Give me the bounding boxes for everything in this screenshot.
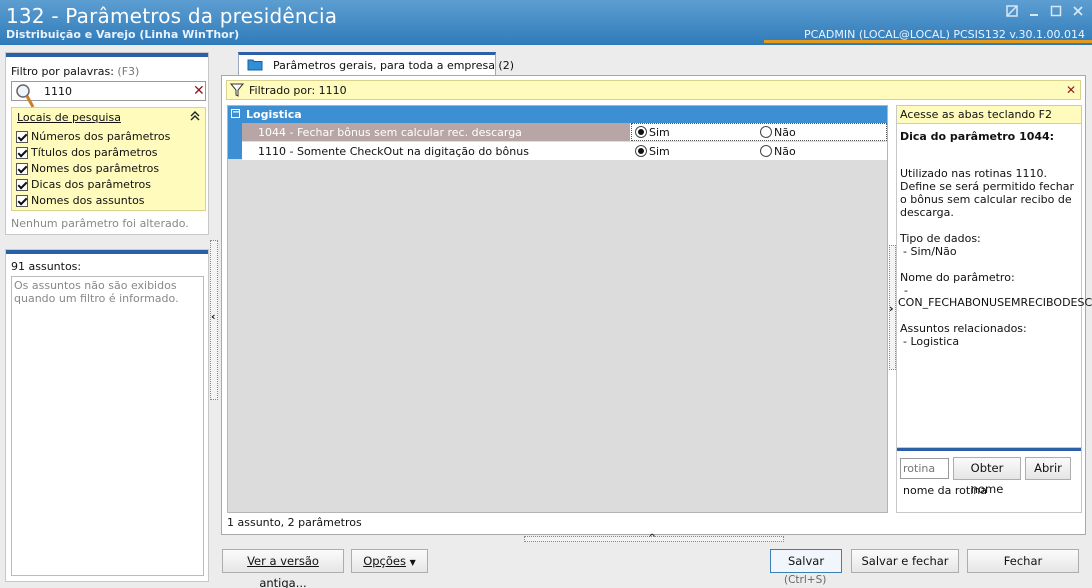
- radio-yes[interactable]: [635, 126, 647, 138]
- checkbox-numbers[interactable]: [16, 131, 28, 143]
- title-bar: 132 - Parâmetros da presidência Distribu…: [0, 0, 1092, 45]
- old-version-button[interactable]: Ver a versão antiga...: [222, 549, 344, 588]
- subjects-panel-topbar: [6, 250, 208, 254]
- group-header-logistica[interactable]: − Logistica: [228, 106, 887, 123]
- table-row[interactable]: 1110 - Somente CheckOut na digitação do …: [242, 142, 887, 160]
- filter-input-value[interactable]: 1110: [44, 85, 72, 98]
- funnel-icon: [229, 83, 245, 100]
- tip-header: Acesse as abas teclando F2: [897, 106, 1081, 124]
- search-locations-title: Locais de pesquisa: [17, 111, 121, 124]
- collapse-group-icon[interactable]: −: [231, 108, 240, 118]
- tip-subjects-label: Assuntos relacionados:: [900, 322, 1027, 335]
- clear-filter-bar-icon[interactable]: ✕: [1066, 83, 1076, 97]
- maximize-icon[interactable]: [1047, 4, 1065, 22]
- filter-label-row: Filtro por palavras: (F3): [11, 65, 139, 78]
- minimize-icon[interactable]: [1025, 4, 1043, 22]
- routine-panel-topbar: [897, 448, 1081, 451]
- window-title: 132 - Parâmetros da presidência: [6, 4, 338, 28]
- radio-yes[interactable]: [635, 145, 647, 157]
- location-numbers-label: Números dos parâmetros: [31, 130, 171, 143]
- tip-name-value: CON_FECHABONUSEMRECIBODESC: [898, 296, 1092, 309]
- group-title: Logistica: [246, 108, 302, 121]
- checkbox-tips[interactable]: [16, 179, 28, 191]
- tip-type-value: - Sim/Não: [903, 245, 957, 258]
- tip-description: Utilizado nas rotinas 1110. Define se se…: [900, 167, 1075, 219]
- radio-no-label: Não: [774, 126, 796, 139]
- close-button[interactable]: Fechar: [967, 549, 1079, 573]
- checkbox-titles[interactable]: [16, 147, 28, 159]
- app-window: 132 - Parâmetros da presidência Distribu…: [0, 0, 1092, 588]
- dropdown-arrow-icon: ▼: [409, 558, 416, 567]
- location-tips-label: Dicas dos parâmetros: [31, 178, 152, 191]
- save-close-button[interactable]: Salvar e fechar: [851, 549, 959, 573]
- checkbox-subjects[interactable]: [16, 195, 28, 207]
- search-locations-box: Locais de pesquisa Números dos parâmetro…: [11, 107, 206, 211]
- accent-line: [764, 40, 1092, 43]
- tip-title: Dica do parâmetro 1044:: [900, 130, 1055, 143]
- radio-no-label: Não: [774, 145, 796, 158]
- routine-input[interactable]: [900, 458, 949, 479]
- options-label: Opções: [363, 554, 406, 568]
- tip-name-label: Nome do parâmetro:: [900, 271, 1015, 284]
- options-button[interactable]: Opções ▼: [351, 549, 428, 573]
- folder-icon: [247, 58, 263, 74]
- filter-bar-text: Filtrado por: 1110: [249, 84, 347, 97]
- clear-filter-icon[interactable]: ✕: [193, 83, 205, 99]
- params-grid: − Logistica 1044 - Fechar bônus sem calc…: [227, 105, 888, 513]
- splitter-left-arrow-icon[interactable]: ‹: [211, 310, 216, 323]
- subjects-count: 91 assuntos:: [11, 260, 82, 273]
- param-title: 1110 - Somente CheckOut na digitação do …: [258, 145, 529, 158]
- no-change-message: Nenhum parâmetro foi alterado.: [11, 217, 189, 230]
- tip-subjects-value: - Logistica: [903, 335, 960, 348]
- filter-bar: Filtrado por: 1110 ✕: [226, 80, 1081, 100]
- restore-layout-icon[interactable]: [1003, 4, 1021, 22]
- filter-panel-topbar: [6, 53, 208, 57]
- checkbox-names[interactable]: [16, 163, 28, 175]
- radio-yes-label: Sim: [649, 126, 670, 139]
- tab-general-params[interactable]: Parâmetros gerais, para toda a empresa (…: [238, 52, 514, 76]
- filter-label: Filtro por palavras:: [11, 65, 114, 78]
- routine-panel: Obter nome Abrir nome da rotina: [896, 447, 1082, 513]
- collapse-icon[interactable]: [190, 110, 200, 125]
- radio-no[interactable]: [760, 126, 772, 138]
- filter-shortcut: (F3): [117, 65, 140, 78]
- subjects-list: Os assuntos não são exibidos quando um f…: [11, 276, 204, 576]
- open-button[interactable]: Abrir: [1025, 457, 1071, 480]
- close-window-icon[interactable]: [1069, 4, 1087, 22]
- filter-panel: Filtro por palavras: (F3) 1110 ✕ Locais …: [5, 52, 209, 235]
- location-names-label: Nomes dos parâmetros: [31, 162, 160, 175]
- table-row[interactable]: 1044 - Fechar bônus sem calcular rec. de…: [228, 123, 887, 159]
- save-shortcut: (Ctrl+S): [784, 574, 827, 586]
- param-title-cell[interactable]: 1044 - Fechar bônus sem calcular rec. de…: [242, 123, 630, 141]
- splitter-right-arrow-icon[interactable]: ›: [889, 302, 894, 315]
- grid-footer-count: 1 assunto, 2 parâmetros: [227, 516, 362, 529]
- radio-no[interactable]: [760, 145, 772, 157]
- tab-label: Parâmetros gerais, para toda a empresa (…: [273, 59, 515, 72]
- location-subjects-label: Nomes dos assuntos: [31, 194, 145, 207]
- filter-input-box[interactable]: 1110 ✕: [11, 81, 206, 108]
- radio-yes-label: Sim: [649, 145, 670, 158]
- location-titles-label: Títulos dos parâmetros: [31, 146, 158, 159]
- save-button[interactable]: Salvar: [770, 549, 842, 573]
- param-title: 1044 - Fechar bônus sem calcular rec. de…: [258, 126, 522, 139]
- old-version-label: Ver a versão antiga...: [247, 554, 319, 588]
- get-name-button[interactable]: Obter nome: [953, 457, 1021, 496]
- tip-type-label: Tipo de dados:: [900, 232, 981, 245]
- window-subtitle: Distribuição e Varejo (Linha WinThor): [6, 28, 240, 41]
- routine-name-label: nome da rotina: [903, 484, 987, 497]
- param-value-cell[interactable]: Sim Não: [631, 123, 887, 141]
- splitter-up-arrow-icon[interactable]: ^: [648, 533, 656, 544]
- row-indicator: [228, 123, 242, 159]
- subjects-panel: 91 assuntos: Os assuntos não são exibido…: [5, 249, 209, 582]
